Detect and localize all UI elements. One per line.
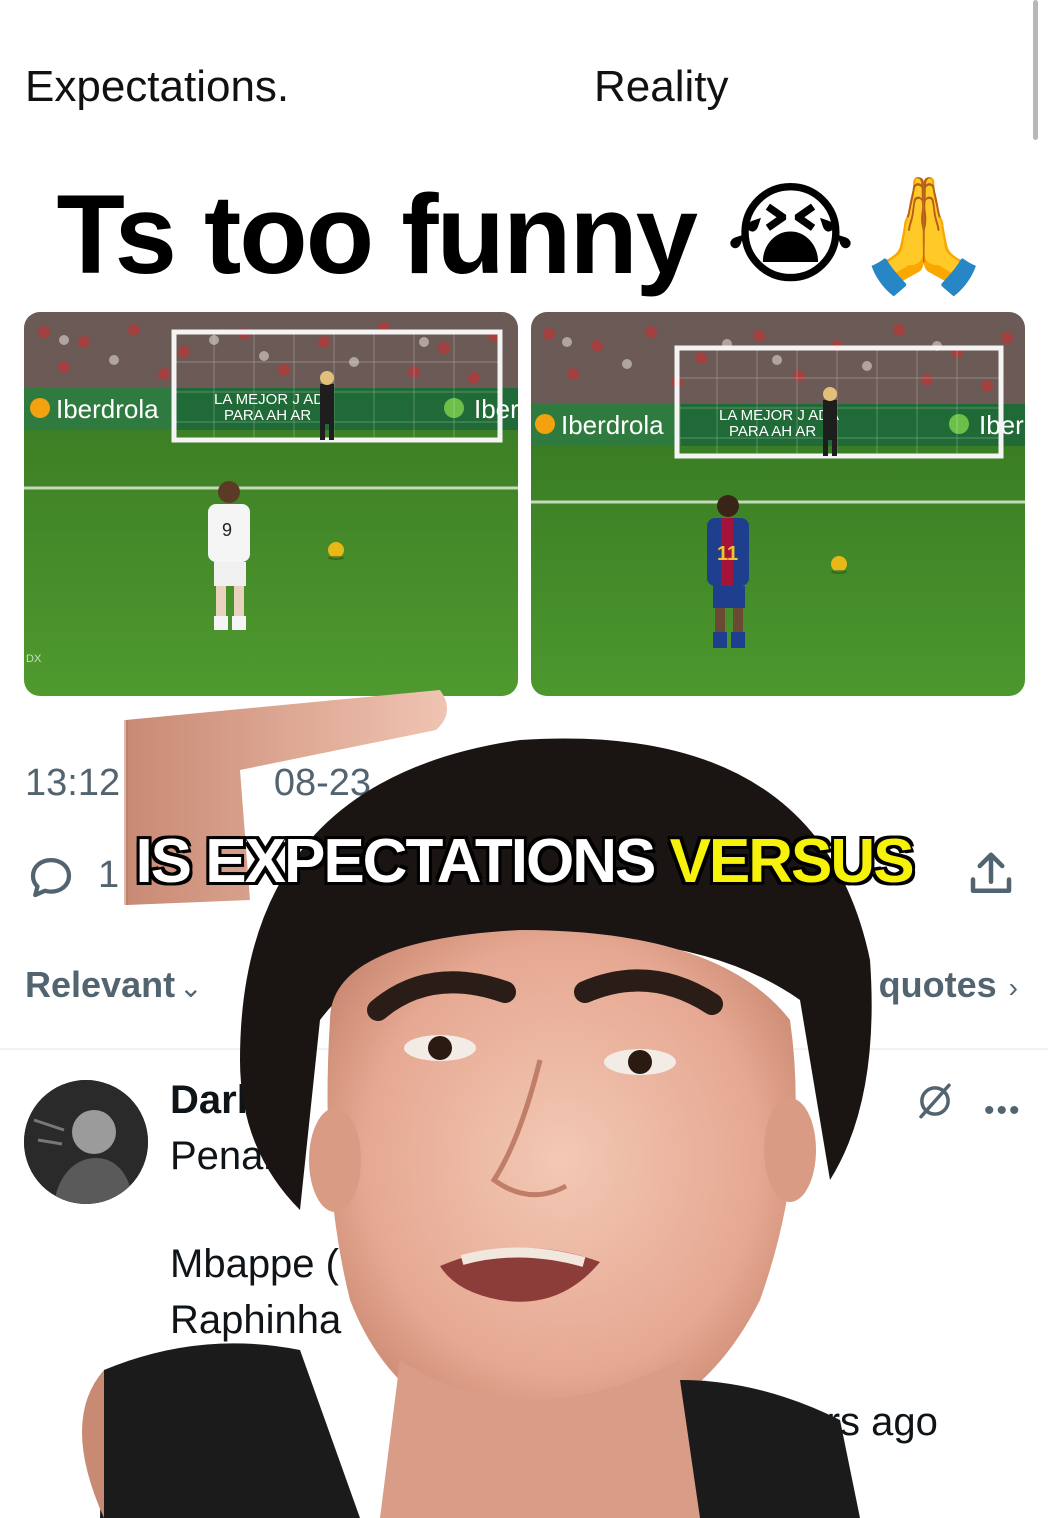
watermark: DX [26,653,42,665]
timestamp-date: 08-23 [273,762,372,804]
more-icon[interactable]: ••• [984,1094,1022,1128]
view-quotes-link[interactable]: quotes › [879,964,1018,1006]
replies-sort-row: Relevant ⌄ quotes › [0,958,1048,1018]
tank-top-left [100,1343,360,1518]
reply-text-line-1: Penalty [170,1134,304,1178]
player-number-right: 11 [717,543,738,565]
post-headline: Ts too funny 😭🙏 [56,172,993,297]
media-grid: Iberdrola LA MEJOR J ADA PARA AH AR Iber [24,312,1025,696]
share-icon[interactable] [964,848,1018,907]
sort-relevant-button[interactable]: Relevant ⌄ [25,964,203,1006]
avatar[interactable] [24,1080,148,1204]
quotes-label: quotes [878,964,997,1005]
board-text-center-1: LA MEJOR J ADA [214,391,334,408]
board-text-right: Iber [474,394,518,424]
media-image-expectations[interactable]: Iberdrola LA MEJOR J ADA PARA AH AR Iber [24,312,518,696]
board-text-center-2: PARA AH AR [224,407,311,424]
player-number-left: 9 [222,520,232,540]
reply-text-line-3: Raphinha [170,1298,342,1342]
board-text-left: Iberdrola [56,394,159,424]
sort-label: Relevant [25,964,176,1005]
board-text-center-1: LA MEJOR J ADA [719,407,839,424]
timestamp-time: 13:12 · [25,762,144,804]
reply-count: 1 [98,854,120,896]
reply-age: wo years ago [700,1400,938,1444]
penalty-scene-expectations: Iberdrola LA MEJOR J ADA PARA AH AR Iber [24,312,518,696]
label-reality: Reality [594,62,729,111]
reply-text-line-2: Mbappe ( [170,1242,339,1286]
board-text-center-2: PARA AH AR [729,423,816,440]
post-timestamp: 13:12 · 08-23 [25,762,371,805]
reply-author-name[interactable]: Dark C [170,1078,299,1123]
chevron-right-icon: › [1008,972,1018,1003]
chevron-down-icon: ⌄ [179,972,203,1003]
divider [0,1048,1048,1050]
penalty-scene-reality: Iberdrola LA MEJOR J ADA PARA AH AR Iber [531,312,1025,696]
grok-icon[interactable] [914,1080,956,1127]
post-action-bar: 1 [0,840,1048,910]
reply-icon[interactable] [24,850,78,909]
scrollbar[interactable] [1033,0,1038,140]
board-text-left: Iberdrola [561,410,664,440]
media-image-reality[interactable]: Iberdrola LA MEJOR J ADA PARA AH AR Iber [531,312,1025,696]
label-expectations: Expectations. [25,62,290,111]
